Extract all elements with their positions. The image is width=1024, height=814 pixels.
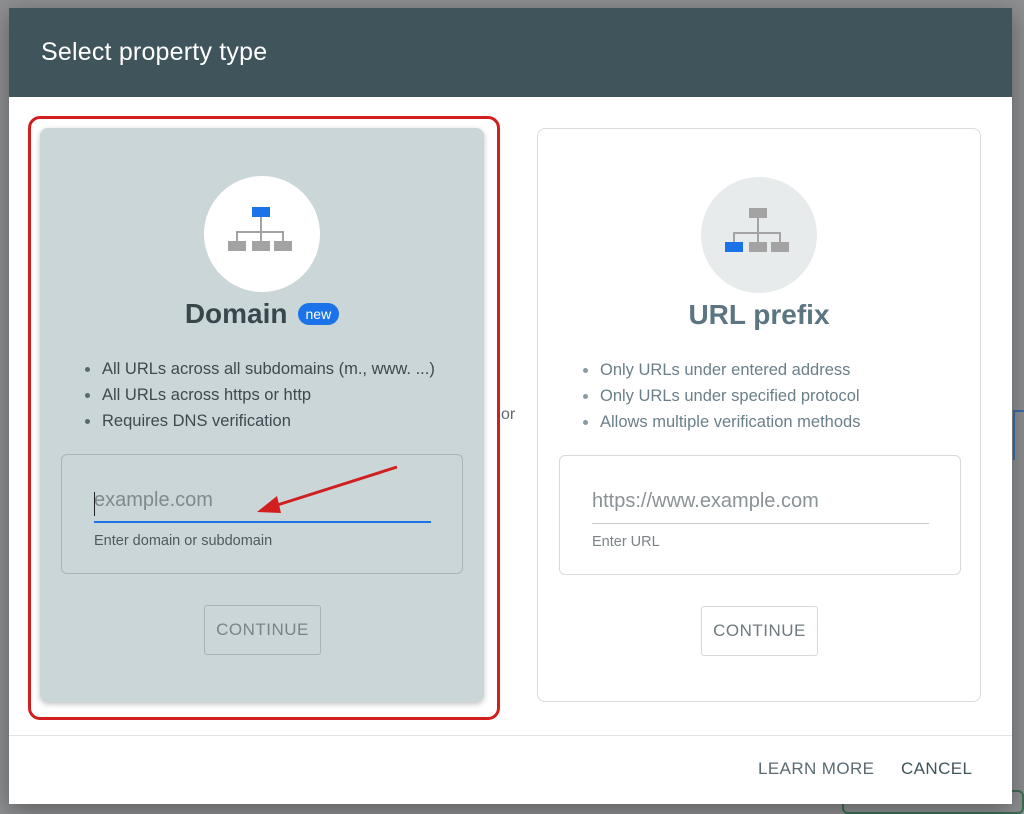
list-item: Allows multiple verification methods bbox=[582, 409, 860, 435]
url-input-container: https://www.example.com Enter URL bbox=[559, 455, 961, 575]
cancel-button[interactable]: CANCEL bbox=[901, 759, 972, 779]
url-prefix-icon-circle bbox=[701, 177, 817, 293]
or-separator: or bbox=[501, 406, 516, 423]
dialog-header: Select property type bbox=[9, 8, 1012, 97]
url-input-helper: Enter URL bbox=[592, 534, 660, 550]
select-property-dialog: Select property type Domain new All URLs… bbox=[9, 8, 1012, 804]
domain-card[interactable]: Domain new All URLs across all subdomain… bbox=[40, 128, 484, 702]
domain-continue-button[interactable]: CONTINUE bbox=[204, 605, 321, 655]
list-item: Requires DNS verification bbox=[85, 408, 435, 434]
domain-title-row: Domain new bbox=[40, 298, 484, 330]
domain-input-helper: Enter domain or subdomain bbox=[94, 533, 273, 549]
annotation-arrow-icon bbox=[257, 465, 398, 513]
domain-icon-circle bbox=[204, 176, 320, 292]
background-element bbox=[1013, 410, 1024, 460]
url-input-placeholder: https://www.example.com bbox=[592, 490, 819, 512]
list-item: Only URLs under entered address bbox=[582, 357, 860, 383]
text-caret bbox=[94, 492, 95, 516]
domain-input-placeholder: example.com bbox=[94, 489, 213, 511]
dialog-title: Select property type bbox=[41, 38, 268, 66]
new-badge: new bbox=[297, 303, 340, 325]
url-prefix-title-row: URL prefix bbox=[538, 299, 980, 331]
url-input[interactable]: https://www.example.com bbox=[592, 486, 929, 524]
list-item: All URLs across all subdomains (m., www.… bbox=[85, 356, 435, 382]
learn-more-button[interactable]: LEARN MORE bbox=[758, 759, 874, 779]
list-item: All URLs across https or http bbox=[85, 382, 435, 408]
domain-title: Domain bbox=[184, 298, 288, 329]
url-prefix-continue-button[interactable]: CONTINUE bbox=[701, 606, 818, 656]
url-prefix-title: URL prefix bbox=[688, 299, 830, 330]
url-prefix-feature-list: Only URLs under entered address Only URL… bbox=[582, 357, 860, 435]
sitemap-icon bbox=[725, 208, 789, 252]
sitemap-icon bbox=[228, 207, 292, 251]
url-prefix-card[interactable]: URL prefix Only URLs under entered addre… bbox=[537, 128, 981, 702]
domain-feature-list: All URLs across all subdomains (m., www.… bbox=[85, 356, 435, 434]
footer-divider bbox=[9, 735, 1012, 736]
list-item: Only URLs under specified protocol bbox=[582, 383, 860, 409]
